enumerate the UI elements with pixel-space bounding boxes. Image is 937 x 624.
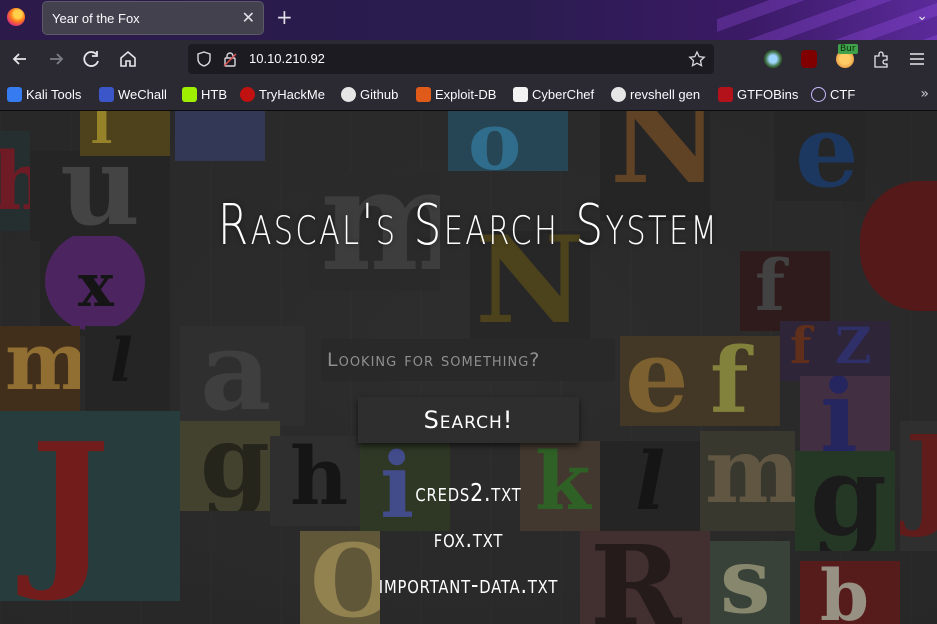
bookmark-exploit-db[interactable]: Exploit-DB [416, 87, 496, 102]
bookmark-label: revshell gen [630, 87, 701, 102]
bookmark-label: CTF [830, 87, 856, 102]
tryhackme-cloud-icon [240, 87, 255, 102]
page-title: Rascal's Search System [217, 193, 720, 258]
extensions-puzzle-icon[interactable] [872, 50, 890, 68]
page-content: h u I o N e x m N f m l a ef fZ i J J g … [0, 111, 937, 624]
forward-arrow-icon[interactable] [44, 48, 68, 70]
globe-icon [811, 87, 826, 102]
bookmark-tryhackme[interactable]: TryHackMe [240, 87, 325, 102]
search-input[interactable] [321, 339, 615, 381]
bookmark-htb[interactable]: HTB [182, 87, 227, 102]
ublock-origin-icon[interactable] [801, 50, 817, 68]
bookmark-revshell-gen[interactable]: revshell gen [611, 87, 700, 102]
bookmark-kali-tools[interactable]: Kali Tools [7, 87, 81, 102]
tracking-protection-shield-icon[interactable] [197, 51, 211, 67]
bookmarks-toolbar: Kali Tools WeChall HTB TryHackMe Github … [0, 78, 937, 111]
back-arrow-icon[interactable] [8, 48, 32, 70]
tab-active[interactable]: Year of the Fox ✕ [42, 1, 264, 35]
wechall-icon [99, 87, 114, 102]
reload-icon[interactable] [80, 48, 104, 70]
kali-dragon-icon [7, 87, 22, 102]
bookmark-github[interactable]: Github [341, 87, 398, 102]
bookmark-label: TryHackMe [259, 87, 325, 102]
skull-icon [611, 87, 626, 102]
burp-badge: Bur [838, 44, 858, 54]
firefox-logo-icon[interactable] [7, 8, 25, 26]
url-text[interactable]: 10.10.210.92 [249, 51, 325, 66]
cyberchef-hat-icon [513, 87, 528, 102]
bookmark-label: Kali Tools [26, 87, 82, 102]
close-tab-icon[interactable]: ✕ [242, 8, 255, 27]
bookmark-gtfobins[interactable]: GTFOBins [718, 87, 798, 102]
tab-strip: Year of the Fox ✕ + ⌄ [0, 0, 937, 40]
tab-list-chevron-icon[interactable]: ⌄ [916, 8, 928, 24]
bookmark-ctf[interactable]: CTF [811, 87, 855, 102]
bookmark-label: HTB [201, 87, 227, 102]
bookmark-label: WeChall [118, 87, 167, 102]
bookmark-star-icon[interactable] [688, 50, 706, 68]
hackthebox-cube-icon [182, 87, 197, 102]
home-icon[interactable] [116, 48, 140, 70]
gtfobins-icon [718, 87, 733, 102]
tab-title: Year of the Fox [52, 11, 140, 26]
address-bar[interactable]: 10.10.210.92 [188, 44, 714, 74]
navigation-toolbar: 10.10.210.92 Bur [0, 40, 937, 78]
search-button[interactable]: Search! [358, 397, 579, 443]
result-item: fox.txt [433, 524, 504, 553]
bookmark-label: Github [360, 87, 399, 102]
bookmark-label: CyberChef [532, 87, 595, 102]
new-tab-icon[interactable]: + [276, 5, 293, 29]
hamburger-menu-icon[interactable] [908, 51, 926, 67]
bookmark-label: Exploit-DB [435, 87, 497, 102]
bookmark-wechall[interactable]: WeChall [99, 87, 167, 102]
exploit-db-bug-icon [416, 87, 431, 102]
result-item: creds2.txt [415, 478, 522, 507]
bookmark-label: GTFOBins [737, 87, 799, 102]
bookmark-cyberchef[interactable]: CyberChef [513, 87, 594, 102]
more-bookmarks-chevron-icon[interactable]: » [920, 86, 929, 102]
github-octocat-icon [341, 87, 356, 102]
hacker-extension-icon[interactable] [764, 50, 782, 68]
search-results-list: creds2.txt fox.txt important-data.txt [0, 473, 937, 611]
result-item: important-data.txt [378, 570, 559, 599]
insecure-lock-icon[interactable] [223, 51, 237, 67]
